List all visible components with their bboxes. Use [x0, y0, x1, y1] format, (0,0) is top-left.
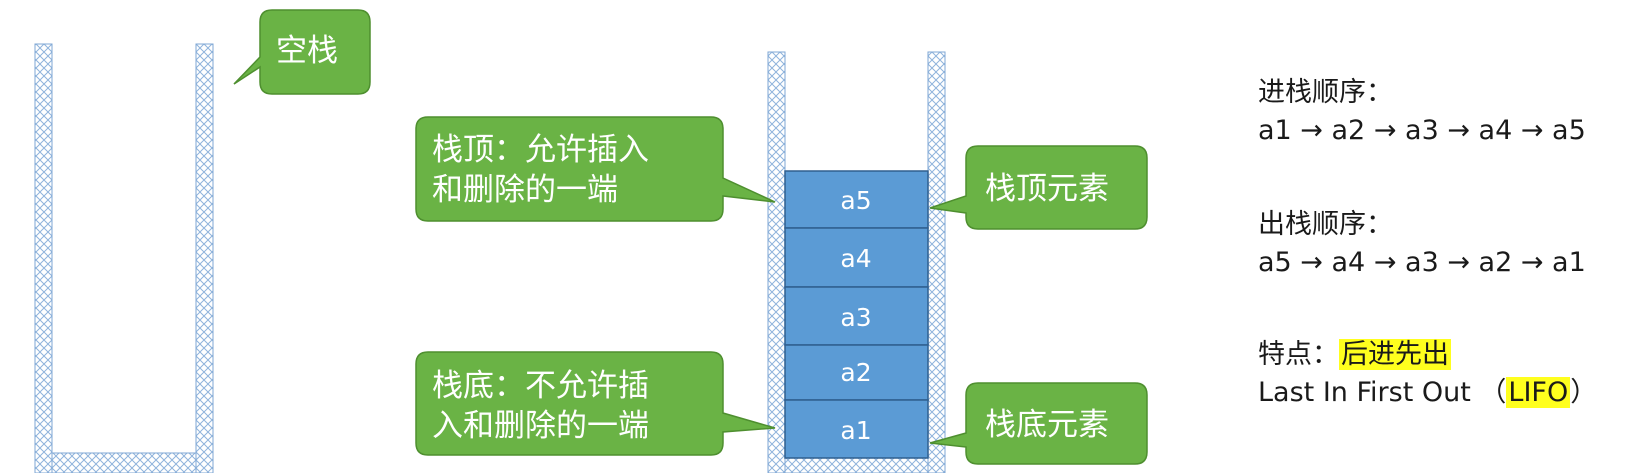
stack-cell-a5-label: a5 — [840, 186, 871, 215]
empty-stack-right-wall — [195, 43, 214, 473]
feature-block: 特点：后进先出 Last In First Out （LIFO） — [1258, 336, 1597, 412]
stack-top-callout: 栈顶：允许插入 和删除的一端 — [415, 116, 776, 222]
empty-stack-callout: 空栈 — [233, 9, 371, 95]
stack-bottom-label-line2: 入和删除的一端 — [432, 408, 649, 444]
empty-stack-label: 空栈 — [276, 33, 338, 69]
pop-order-block: 出栈顺序： a5 → a4 → a3 → a2 → a1 — [1258, 206, 1586, 282]
feature-line: 特点：后进先出 — [1258, 336, 1597, 374]
top-element-callout: 栈顶元素 — [929, 145, 1148, 230]
bottom-element-label: 栈底元素 — [985, 407, 1109, 443]
pop-order-title: 出栈顺序： — [1258, 209, 1393, 240]
stack-right-wall — [927, 51, 946, 473]
lifo-prefix: Last In First Out （ — [1258, 377, 1507, 408]
push-order-title: 进栈顺序： — [1258, 77, 1393, 108]
pop-order-sequence: a5 → a4 → a3 → a2 → a1 — [1258, 247, 1586, 278]
stack-top-label-line1: 栈顶：允许插入 — [432, 132, 649, 168]
top-element-label: 栈顶元素 — [985, 171, 1109, 207]
empty-stack-floor — [51, 452, 197, 473]
stack-cell-a1-label: a1 — [840, 416, 871, 445]
empty-stack-container — [34, 43, 214, 473]
push-order-sequence: a1 → a2 → a3 → a4 → a5 — [1258, 115, 1586, 146]
lifo-highlight: LIFO — [1506, 377, 1571, 408]
stack-cell-a3-label: a3 — [840, 303, 871, 332]
bottom-element-callout: 栈底元素 — [929, 382, 1148, 465]
stack-floor — [784, 457, 929, 473]
stack-bottom-label-line1: 栈底：不允许插 — [432, 368, 649, 404]
lifo-suffix: ） — [1570, 377, 1598, 408]
empty-stack-left-wall — [34, 43, 53, 473]
stack-top-label-line2: 和删除的一端 — [432, 172, 618, 208]
stack-left-wall — [767, 51, 786, 473]
feature-label: 特点： — [1258, 339, 1339, 370]
stack-bottom-callout: 栈底：不允许插 入和删除的一端 — [415, 351, 776, 456]
feature-value-highlight: 后进先出 — [1339, 339, 1451, 370]
stack-cell-a4-label: a4 — [840, 244, 871, 273]
lifo-line: Last In First Out （LIFO） — [1258, 374, 1597, 412]
stack-cells: a5 a4 a3 a2 a1 — [784, 170, 929, 459]
push-order-block: 进栈顺序： a1 → a2 → a3 → a4 → a5 — [1258, 74, 1586, 150]
stack-cell-a2-label: a2 — [840, 358, 871, 387]
